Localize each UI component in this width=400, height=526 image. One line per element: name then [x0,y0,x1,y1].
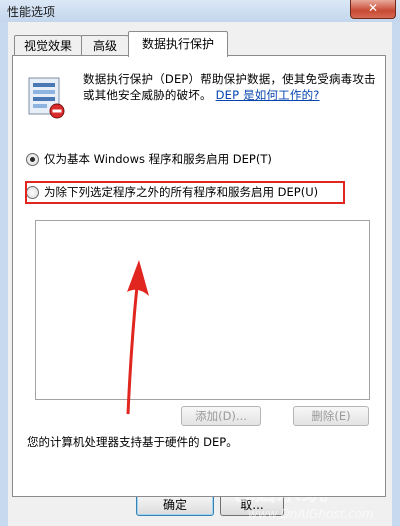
remove-program-button[interactable]: 删除(E) [293,406,369,426]
dep-shield-icon [28,77,65,119]
radio-button-basic[interactable] [26,152,39,166]
window-title: 性能选项 [7,5,56,19]
cpu-support-text: 您的计算机处理器支持基于硬件的 DEP。 [27,435,238,449]
close-button[interactable]: ✕ [350,0,396,19]
window-frame-right [392,22,400,526]
red-arrow-annotation [126,260,149,415]
tab-advanced[interactable]: 高级 [81,35,129,56]
tab-visual-effects[interactable]: 视觉效果 [14,35,82,56]
title-bar: 性能选项 ✕ [0,0,400,22]
dep-description: 数据执行保护（DEP）帮助保护数据，使其免受病毒攻击或其他安全威胁的破坏。 DE… [83,71,379,103]
dialog-client-area: 视觉效果 高级 数据执行保护 数据执行保护（DEP）帮助保护数据，使其免受病毒攻… [8,22,392,526]
program-list[interactable] [35,220,370,400]
tab-data-execution-prevention[interactable]: 数据执行保护 [128,31,228,57]
ok-button[interactable]: 确定 [136,494,214,516]
cancel-button[interactable]: 取... [220,494,284,516]
radio-option-basic[interactable]: 仅为基本 Windows 程序和服务启用 DEP(T) [26,151,272,167]
radio-label-basic: 仅为基本 Windows 程序和服务启用 DEP(T) [44,152,272,166]
window-frame-left [0,22,8,526]
dep-tab-panel: 数据执行保护（DEP）帮助保护数据，使其免受病毒攻击或其他安全威胁的破坏。 DE… [12,55,386,497]
dep-help-link[interactable]: DEP 是如何工作的? [216,88,320,102]
add-program-button[interactable]: 添加(D)... [181,406,261,426]
red-highlight-box [25,181,345,204]
